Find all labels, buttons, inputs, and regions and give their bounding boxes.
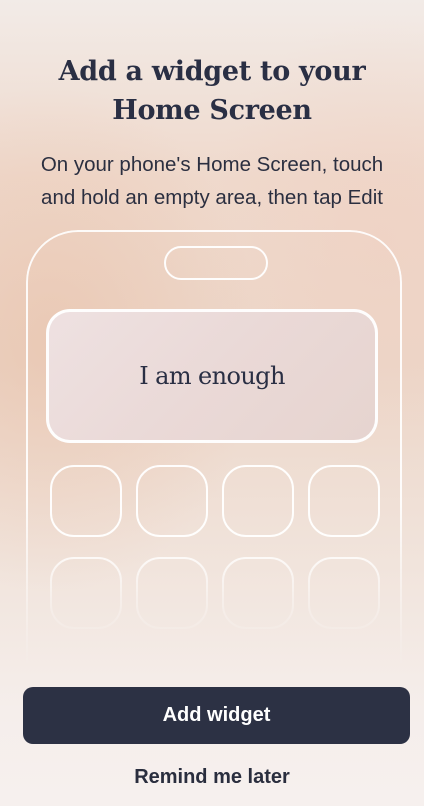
page-title: Add a widget to your Home Screen [0, 52, 424, 130]
app-icon-placeholder [50, 557, 122, 629]
app-icon-grid [50, 465, 382, 635]
instructions-line-2: and hold an empty area, then tap Edit [41, 186, 383, 209]
app-icon-placeholder [136, 465, 208, 537]
widget-preview: I am enough [46, 309, 378, 443]
phone-notch [164, 246, 268, 280]
app-icon-placeholder [222, 465, 294, 537]
app-icon-placeholder [136, 557, 208, 629]
instructions-text: On your phone's Home Screen, touch and h… [20, 148, 404, 214]
instructions-line-1: On your phone's Home Screen, touch [40, 153, 384, 176]
app-icon-placeholder [308, 557, 380, 629]
page-title-line-1: Add a widget to your [58, 56, 366, 87]
app-icon-placeholder [222, 557, 294, 629]
remind-me-later-button[interactable]: Remind me later [0, 760, 424, 794]
app-icon-placeholder [308, 465, 380, 537]
app-icon-placeholder [50, 465, 122, 537]
widget-preview-text: I am enough [139, 362, 285, 390]
add-widget-button[interactable]: Add widget [23, 687, 410, 744]
page-title-line-2: Home Screen [112, 95, 312, 126]
